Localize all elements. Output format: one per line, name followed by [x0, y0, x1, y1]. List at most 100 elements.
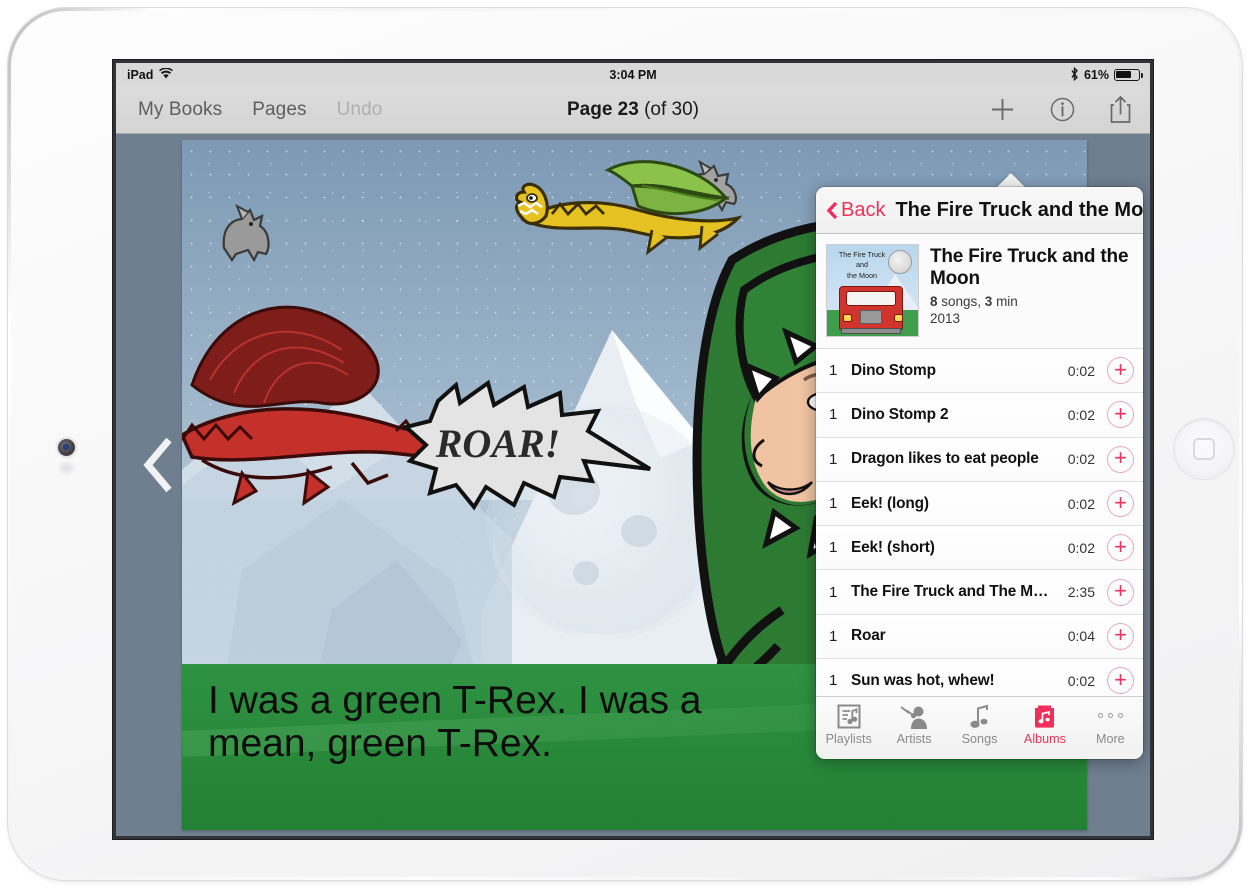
- song-title: Dino Stomp 2: [851, 405, 949, 423]
- table-row[interactable]: 1 Eek! (short) 0:02 +: [816, 526, 1143, 571]
- plus-circle-icon[interactable]: +: [1107, 578, 1134, 606]
- more-dot: [1117, 713, 1123, 718]
- tab-label: Playlists: [825, 732, 872, 746]
- share-icon[interactable]: [1109, 95, 1132, 124]
- artwork-title: The Fire Truck and the Moon: [831, 250, 893, 281]
- song-duration: 0:02: [1067, 539, 1095, 556]
- home-button[interactable]: [1174, 419, 1234, 479]
- plus-circle-icon[interactable]: +: [1107, 490, 1134, 518]
- tab-label: Artists: [896, 732, 932, 746]
- popover-title: The Fire Truck and the Moon: [895, 198, 1143, 221]
- song-title: Eek! (short): [851, 538, 935, 556]
- more-dot: [1107, 713, 1113, 718]
- popover-tab-bar: Playlists Artists Songs Albums More: [816, 696, 1143, 759]
- tab-artists[interactable]: Artists: [881, 702, 946, 746]
- artists-icon: [900, 702, 928, 729]
- ipad-device: iPad 3:04 PM 61% My Books Pages Undo Pag…: [8, 8, 1242, 880]
- back-button[interactable]: Back: [826, 199, 885, 222]
- home-button-square-icon: [1193, 438, 1215, 460]
- status-bar: iPad 3:04 PM 61%: [116, 63, 1150, 86]
- status-bar-clock: 3:04 PM: [609, 67, 657, 82]
- albums-icon: [1032, 702, 1057, 729]
- artwork-headlight: [894, 314, 903, 322]
- plus-circle-icon[interactable]: +: [1107, 622, 1134, 650]
- table-row[interactable]: 1 Roar 0:04 +: [816, 614, 1143, 660]
- song-track-number: 1: [829, 583, 838, 601]
- app-toolbar: My Books Pages Undo Page 23 (of 30): [116, 86, 1150, 134]
- song-track-number: 1: [829, 539, 838, 557]
- chevron-left-icon: [826, 201, 838, 220]
- tab-label: More: [1095, 732, 1125, 746]
- album-header: The Fire Truck and the Moon The Fire Tru…: [816, 234, 1143, 349]
- tab-albums[interactable]: Albums: [1012, 702, 1077, 746]
- plus-icon[interactable]: [989, 96, 1016, 123]
- table-row[interactable]: 1 Dino Stomp 0:02 +: [816, 349, 1143, 394]
- tab-playlists[interactable]: Playlists: [816, 702, 881, 746]
- table-row[interactable]: 1 Dino Stomp 2 0:02 +: [816, 393, 1143, 438]
- song-title: Dino Stomp: [851, 361, 936, 379]
- info-icon[interactable]: [1050, 97, 1075, 122]
- battery-icon: [1114, 68, 1144, 81]
- table-row[interactable]: 1 Dragon likes to eat people 0:02 +: [816, 437, 1143, 482]
- album-songs-word: songs,: [937, 294, 985, 310]
- bluetooth-icon: [1070, 66, 1079, 83]
- toolbar-right-group: [989, 95, 1132, 124]
- song-title: Dragon likes to eat people: [851, 450, 1039, 468]
- artwork-headlight: [843, 314, 852, 322]
- artwork-title-line: The Fire Truck: [838, 250, 886, 259]
- song-title: Sun was hot, whew!: [851, 671, 995, 689]
- song-duration: 0:02: [1067, 672, 1095, 689]
- artwork-firetruck-grille: [860, 310, 882, 324]
- status-bar-right: 61%: [1070, 66, 1144, 83]
- front-camera: [58, 439, 75, 456]
- song-track-number: 1: [829, 672, 838, 690]
- ipad-screen: iPad 3:04 PM 61% My Books Pages Undo Pag…: [116, 63, 1150, 836]
- popover-navbar: Back The Fire Truck and the Moon: [816, 187, 1143, 234]
- table-row[interactable]: 1 Eek! (long) 0:02 +: [816, 481, 1143, 527]
- tab-label: Albums: [1023, 732, 1066, 746]
- table-row[interactable]: 1 Sun was hot, whew! 0:02 +: [816, 659, 1143, 696]
- camera-shadow: [60, 463, 73, 473]
- song-track-number: 1: [829, 627, 838, 645]
- tab-songs[interactable]: Songs: [947, 702, 1012, 746]
- roar-text: ROAR!: [435, 421, 561, 466]
- artwork-title-line: and: [856, 260, 868, 270]
- chevron-left-icon[interactable]: [138, 434, 180, 496]
- song-track-number: 1: [829, 406, 838, 424]
- more-icon: [1097, 702, 1123, 729]
- song-duration: 0:02: [1067, 406, 1095, 423]
- plus-circle-icon[interactable]: +: [1107, 445, 1134, 473]
- song-track-number: 1: [829, 450, 838, 468]
- tab-more[interactable]: More: [1078, 702, 1143, 746]
- song-duration: 0:04: [1067, 628, 1095, 645]
- album-metadata: The Fire Truck and the Moon 8 songs, 3 m…: [930, 245, 1131, 336]
- plus-circle-icon[interactable]: +: [1107, 401, 1134, 429]
- table-row[interactable]: 1 The Fire Truck and The M… 2:35 +: [816, 570, 1143, 615]
- speech-bubble: ROAR!: [402, 379, 652, 511]
- plus-circle-icon[interactable]: +: [1107, 534, 1134, 562]
- music-picker-popover: Back The Fire Truck and the Moon The Fir…: [816, 187, 1143, 759]
- song-duration: 0:02: [1067, 451, 1095, 468]
- book-stage: ROAR! I was a green T-Rex. I was a mean,…: [116, 134, 1150, 836]
- album-artwork[interactable]: The Fire Truck and the Moon: [827, 245, 918, 336]
- more-dot: [1097, 713, 1103, 718]
- song-list[interactable]: 1 Dino Stomp 0:02 + 1 Dino Stomp 2 0:02 …: [816, 349, 1143, 696]
- plus-circle-icon[interactable]: +: [1107, 667, 1134, 695]
- songs-icon: [969, 702, 990, 729]
- battery-percent-label: 61%: [1083, 67, 1109, 82]
- album-duration-word: min: [992, 294, 1018, 310]
- plus-circle-icon[interactable]: +: [1107, 357, 1134, 385]
- popover-arrow: [996, 173, 1026, 188]
- album-stats: 8 songs, 3 min: [930, 294, 1131, 309]
- tab-label: Songs: [961, 732, 998, 746]
- song-track-number: 1: [829, 495, 838, 513]
- song-title: Eek! (long): [851, 494, 929, 512]
- playlists-icon: [837, 702, 861, 729]
- song-title: Roar: [851, 627, 886, 645]
- song-title: The Fire Truck and The M…: [851, 583, 1049, 601]
- back-label: Back: [841, 198, 886, 221]
- album-name: The Fire Truck and the Moon: [930, 246, 1129, 289]
- artwork-title-line: the Moon: [847, 270, 877, 280]
- song-track-number: 1: [829, 362, 838, 380]
- artwork-bumper: [841, 328, 901, 334]
